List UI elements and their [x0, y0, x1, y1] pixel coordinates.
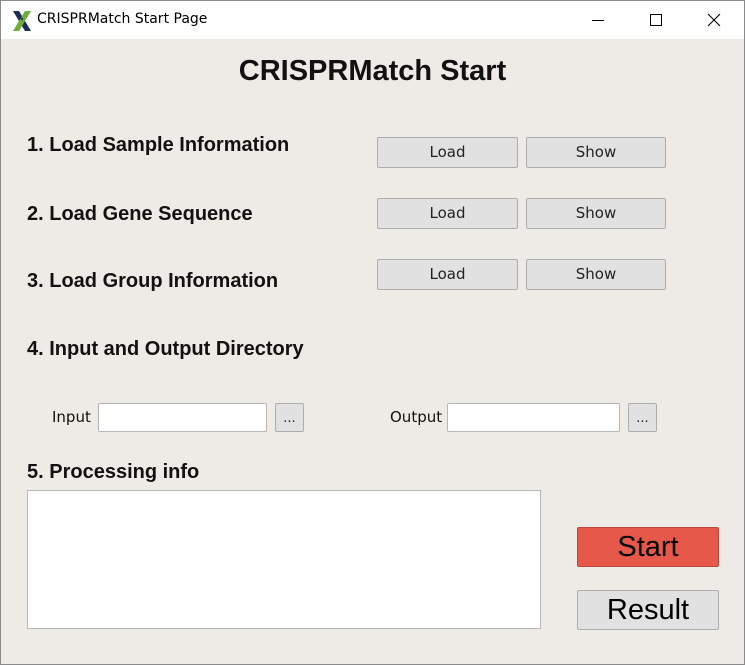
close-button[interactable] [685, 1, 743, 39]
load-gene-sequence-button[interactable]: Load [377, 198, 518, 229]
section-sample-info-label: 1. Load Sample Information [27, 134, 290, 156]
processing-info-box[interactable] [27, 490, 541, 629]
section-gene-sequence-label: 2. Load Gene Sequence [27, 203, 253, 225]
page-heading: CRISPRMatch Start [238, 55, 507, 87]
app-logo-icon [13, 11, 31, 31]
load-group-info-button[interactable]: Load [377, 259, 518, 290]
section-directory-label: 4. Input and Output Directory [27, 338, 304, 360]
output-directory-field[interactable] [447, 403, 620, 432]
input-label: Input [52, 408, 91, 426]
input-browse-button[interactable]: ... [275, 403, 304, 432]
app-window: CRISPRMatch Start Page CRISPRMatch Start… [0, 0, 745, 665]
minimize-icon [592, 20, 604, 21]
output-browse-button[interactable]: ... [628, 403, 657, 432]
title-bar: CRISPRMatch Start Page [1, 1, 744, 39]
load-sample-info-button[interactable]: Load [377, 137, 518, 168]
minimize-button[interactable] [569, 1, 627, 39]
show-gene-sequence-button[interactable]: Show [526, 198, 666, 229]
output-label: Output [390, 408, 443, 426]
result-button[interactable]: Result [577, 590, 719, 630]
maximize-icon [650, 14, 662, 26]
section-processing-label: 5. Processing info [27, 461, 200, 483]
start-button[interactable]: Start [577, 527, 719, 567]
input-directory-field[interactable] [98, 403, 267, 432]
show-group-info-button[interactable]: Show [526, 259, 666, 290]
close-icon [707, 13, 721, 27]
window-title: CRISPRMatch Start Page [37, 11, 208, 27]
maximize-button[interactable] [627, 1, 685, 39]
show-sample-info-button[interactable]: Show [526, 137, 666, 168]
section-group-info-label: 3. Load Group Information [27, 270, 279, 292]
